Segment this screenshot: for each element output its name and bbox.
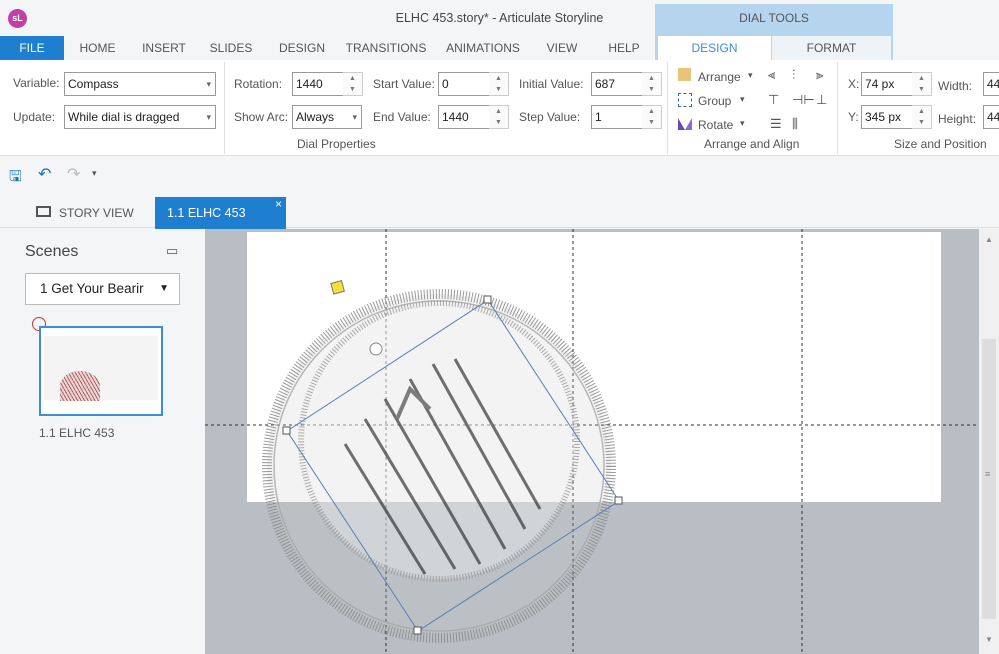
redo-icon[interactable]: ↷ (67, 164, 80, 184)
size-position-group-label: Size and Position (894, 137, 987, 151)
dial-properties-group-label: Dial Properties (297, 137, 376, 151)
align-right-icon[interactable]: ⫸ (816, 67, 823, 83)
slide-tab[interactable]: 1.1 ELHC 453 × (155, 197, 286, 229)
tab-transitions[interactable]: TRANSITIONS (342, 36, 430, 60)
align-top-icon[interactable]: ⊤ (768, 92, 779, 108)
width-label: Width: (938, 79, 973, 93)
scene-dropdown-value: 1 Get Your Bearir (40, 281, 144, 296)
scroll-down-icon[interactable]: ▼ (985, 635, 993, 644)
group-icon (678, 93, 692, 107)
initial-value-label: Initial Value: (519, 77, 584, 91)
align-left-icon[interactable]: ⫷ (768, 67, 775, 83)
quick-access-toolbar: 🖫 ↶ ↷ ▾ (0, 160, 999, 190)
initial-value-spinner[interactable]: ▲ ▼ (642, 72, 662, 96)
close-tab-icon[interactable]: × (275, 197, 282, 211)
slide-thumbnail-label: 1.1 ELHC 453 (39, 426, 115, 440)
undo-icon[interactable]: ↶ (38, 164, 51, 184)
story-view-icon (36, 206, 51, 217)
x-spinner[interactable]: ▲ ▼ (912, 72, 932, 96)
start-value-spinner[interactable]: ▲ ▼ (489, 72, 509, 96)
end-value-input[interactable]: 1440 (438, 105, 490, 129)
panel-options-icon[interactable]: ▭ (166, 243, 178, 259)
start-value-label: Start Value: (373, 77, 435, 91)
tab-file[interactable]: FILE (0, 36, 64, 60)
initial-value-input[interactable]: 687 (591, 72, 643, 96)
rotation-spinner[interactable]: ▲ ▼ (343, 72, 363, 96)
slide-thumbnail[interactable] (39, 326, 163, 416)
show-arc-label: Show Arc: (234, 110, 289, 124)
adjust-handle (330, 280, 345, 295)
tab-home[interactable]: HOME (70, 36, 125, 60)
tab-design[interactable]: DESIGN (272, 36, 332, 60)
story-view-tab[interactable]: STORY VIEW (59, 206, 134, 220)
variable-dropdown[interactable]: Compass (64, 72, 216, 96)
document-tabs: STORY VIEW 1.1 ELHC 453 × (0, 190, 999, 229)
tab-dial-design[interactable]: DESIGN (658, 36, 771, 60)
tab-insert[interactable]: INSERT (135, 36, 193, 60)
height-input[interactable]: 44 (983, 105, 999, 129)
align-bottom-icon[interactable]: ⊥ (816, 92, 827, 108)
rotate-button[interactable]: Rotate (698, 118, 733, 132)
variable-label: Variable: (13, 76, 60, 90)
slide-stage (205, 229, 979, 654)
scroll-thumb[interactable]: ≡ (982, 339, 996, 619)
y-label: Y: (848, 110, 859, 124)
tab-help[interactable]: HELP (600, 36, 648, 60)
update-dropdown[interactable]: While dial is dragged (64, 105, 216, 129)
end-value-spinner[interactable]: ▲ ▼ (489, 105, 509, 129)
arrange-button[interactable]: Arrange (698, 70, 741, 84)
scenes-panel: Scenes ▭ 1 Get Your Bearir ▼ 1.1 ELHC 453 (0, 229, 205, 654)
align-middle-icon[interactable]: ⊣⊢ (792, 92, 815, 108)
height-label: Height: (938, 112, 977, 126)
y-spinner[interactable]: ▲ ▼ (912, 105, 932, 129)
width-input[interactable]: 44 (983, 72, 999, 96)
slide-tab-label: 1.1 ELHC 453 (167, 206, 246, 220)
rotation-label: Rotation: (234, 77, 283, 91)
rotation-input[interactable]: 1440 (292, 72, 344, 96)
rotate-icon (678, 118, 692, 130)
arrange-group-label: Arrange and Align (704, 137, 800, 151)
y-input[interactable]: 345 px (861, 105, 913, 129)
start-value-input[interactable]: 0 (438, 72, 490, 96)
scroll-up-icon[interactable]: ▲ (985, 235, 993, 244)
end-value-label: End Value: (373, 110, 431, 124)
tab-view[interactable]: VIEW (538, 36, 586, 60)
distribute-horizontal-icon[interactable]: ⫼ (792, 116, 798, 132)
group-button[interactable]: Group (698, 94, 731, 108)
compass-dial (262, 289, 616, 643)
scene-dropdown[interactable]: 1 Get Your Bearir ▼ (25, 273, 180, 305)
tab-animations[interactable]: ANIMATIONS (440, 36, 526, 60)
x-input[interactable]: 74 px (861, 72, 913, 96)
align-center-icon[interactable]: ⫶ (792, 67, 795, 83)
update-label: Update: (13, 110, 56, 124)
save-icon[interactable]: 🖫 (9, 166, 22, 191)
tab-slides[interactable]: SLIDES (202, 36, 260, 60)
vertical-scrollbar[interactable]: ▲ ≡ ▼ (979, 229, 999, 654)
show-arc-dropdown[interactable]: Always (292, 105, 362, 129)
dial-tools-label: DIAL TOOLS (739, 11, 809, 25)
tab-dial-format[interactable]: FORMAT (772, 36, 891, 60)
distribute-vertical-icon[interactable]: ☰ (770, 116, 782, 132)
x-label: X: (848, 77, 860, 91)
slide-canvas[interactable] (205, 229, 979, 654)
rotate-handle (369, 342, 383, 356)
customize-toolbar-icon[interactable]: ▾ (92, 168, 97, 179)
step-value-spinner[interactable]: ▲ ▼ (642, 105, 662, 129)
arrange-icon (678, 68, 691, 81)
step-value-label: Step Value: (519, 110, 581, 124)
step-value-input[interactable]: 1 (591, 105, 643, 129)
scenes-title: Scenes (25, 243, 79, 260)
